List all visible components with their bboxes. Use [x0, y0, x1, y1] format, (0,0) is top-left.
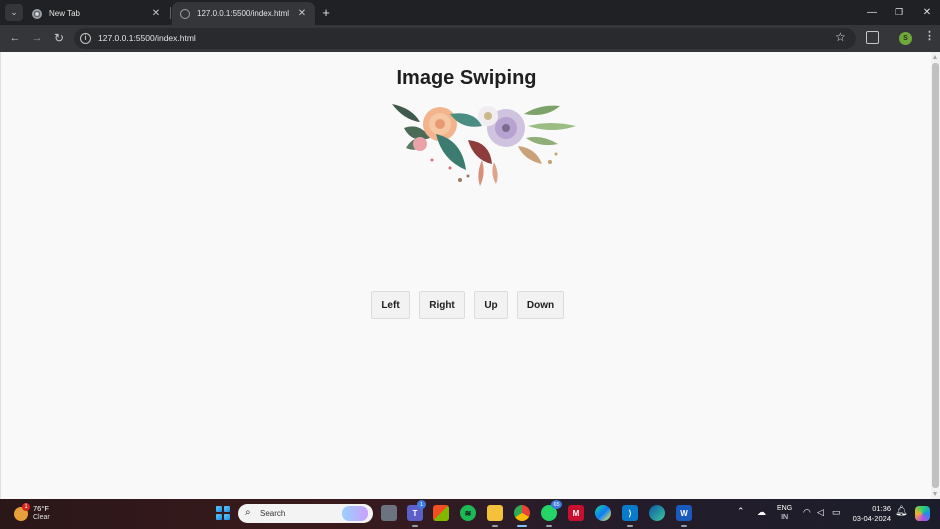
- minimize-icon[interactable]: —: [862, 3, 882, 21]
- scroll-down-icon[interactable]: [933, 492, 937, 496]
- search-placeholder: Search: [260, 509, 286, 518]
- mcafee-icon[interactable]: M: [568, 505, 584, 521]
- swipe-controls: Left Right Up Down: [371, 291, 564, 319]
- tab-close-icon[interactable]: ✕: [297, 8, 307, 19]
- tab-title: 127.0.0.1:5500/index.html: [197, 9, 290, 18]
- weather-temp[interactable]: 76°F: [33, 504, 49, 513]
- battery-icon[interactable]: ▭: [832, 507, 841, 518]
- profile-avatar[interactable]: S: [899, 32, 912, 45]
- vscode-icon[interactable]: ⟩: [622, 505, 638, 527]
- tab-title: New Tab: [49, 9, 80, 18]
- word-icon[interactable]: W: [676, 505, 692, 527]
- chrome-taskbar-icon[interactable]: [514, 505, 530, 527]
- system-clock[interactable]: 01:36 03-04-2024: [851, 504, 891, 524]
- bookmark-star-icon[interactable]: ☆: [835, 31, 846, 43]
- clock-date: 03-04-2024: [852, 514, 891, 523]
- back-arrow-icon[interactable]: ←: [7, 30, 23, 46]
- tray-chevron-up-icon[interactable]: ⌃: [737, 506, 745, 517]
- scroll-up-icon[interactable]: [933, 55, 937, 59]
- down-button[interactable]: Down: [517, 291, 564, 319]
- more-vert-icon[interactable]: ⋮: [924, 31, 935, 42]
- whatsapp-badge: 65: [551, 500, 562, 509]
- tab-close-icon[interactable]: ✕: [151, 8, 161, 19]
- language-indicator[interactable]: ENG IN: [777, 504, 792, 522]
- floral-bouquet-image: [392, 104, 576, 186]
- extensions-puzzle-icon[interactable]: [866, 31, 879, 44]
- language-line1: ENG: [777, 505, 793, 512]
- taskbar-search-box[interactable]: ⌕ Search: [238, 504, 373, 523]
- tab-search-icon[interactable]: ⌄: [5, 4, 23, 21]
- copilot-icon[interactable]: [915, 506, 930, 521]
- left-button[interactable]: Left: [371, 291, 410, 319]
- weather-badge: 1: [22, 503, 30, 511]
- tab-divider: [170, 7, 171, 19]
- browser-toolbar: ← → ↻ i 127.0.0.1:5500/index.html ☆ S ⋮: [0, 25, 940, 52]
- tab-strip: ⌄ New Tab ✕ 127.0.0.1:5500/index.html ✕ …: [0, 0, 940, 25]
- search-highlight-image: [342, 506, 368, 521]
- volume-icon[interactable]: ◁: [817, 507, 824, 518]
- up-button[interactable]: Up: [474, 291, 508, 319]
- chrome-icon: [32, 8, 42, 19]
- page-viewport: Image Swiping Left Right Up Down: [0, 52, 931, 499]
- spotify-icon[interactable]: ≋: [460, 505, 476, 521]
- page-title: Image Swiping: [396, 67, 537, 89]
- right-button[interactable]: Right: [419, 291, 465, 319]
- globe-icon: [180, 8, 190, 19]
- onedrive-cloud-icon[interactable]: ☁: [757, 507, 766, 518]
- windows-start-icon[interactable]: [216, 506, 230, 520]
- microsoft-store-icon[interactable]: [433, 505, 449, 521]
- weather-condition[interactable]: Clear: [33, 514, 50, 521]
- url-text[interactable]: 127.0.0.1:5500/index.html: [98, 33, 196, 43]
- taskbar: 1 76°F Clear ⌕ Search T 1 ≋ 65 M ⟩ W ⌃ ☁…: [0, 499, 940, 529]
- scroll-thumb[interactable]: [932, 63, 939, 488]
- window-close-icon[interactable]: ✕: [917, 3, 937, 21]
- vertical-scrollbar[interactable]: [931, 52, 940, 499]
- search-icon: ⌕: [245, 507, 251, 518]
- address-bar[interactable]: i 127.0.0.1:5500/index.html ☆: [74, 28, 856, 49]
- edge-icon[interactable]: [649, 505, 665, 521]
- tab-index-html[interactable]: 127.0.0.1:5500/index.html ✕: [172, 2, 315, 25]
- wifi-icon[interactable]: ◠: [803, 507, 811, 518]
- site-info-icon[interactable]: i: [80, 33, 91, 44]
- clock-time: 01:36: [872, 504, 891, 513]
- pycharm-icon[interactable]: [595, 505, 611, 521]
- file-explorer-icon[interactable]: [487, 505, 503, 527]
- tab-new-tab[interactable]: New Tab ✕: [24, 2, 169, 25]
- teams-badge: 1: [417, 500, 426, 509]
- notification-bell-icon[interactable]: 🔔︎: [895, 506, 908, 517]
- forward-arrow-icon[interactable]: →: [29, 30, 45, 46]
- task-view-icon[interactable]: [381, 505, 397, 521]
- restore-icon[interactable]: ❐: [889, 3, 909, 21]
- new-tab-plus-icon[interactable]: +: [319, 4, 333, 20]
- reload-icon[interactable]: ↻: [51, 30, 67, 46]
- language-line2: IN: [781, 514, 789, 521]
